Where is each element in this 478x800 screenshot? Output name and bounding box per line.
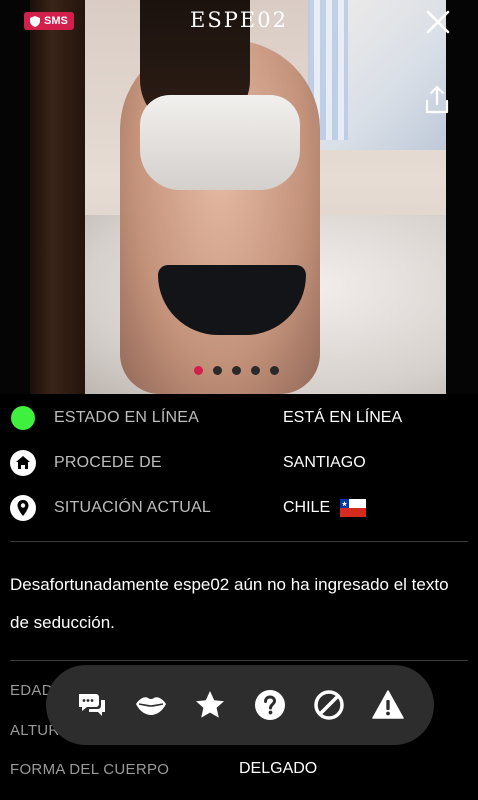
share-icon[interactable]: [422, 84, 452, 116]
online-status-dot: [10, 405, 36, 431]
location-label: SITUACIÓN ACTUAL: [54, 499, 212, 516]
star-icon[interactable]: [192, 687, 228, 723]
status-row-origin: PROCEDE DE SANTIAGO: [0, 441, 478, 485]
profile-title: ESPE02: [190, 8, 288, 32]
chat-icon[interactable]: [74, 687, 110, 723]
mirror-frame: [30, 0, 85, 394]
divider: [10, 541, 468, 542]
carousel-dot[interactable]: [194, 366, 203, 375]
photo-background: [0, 0, 30, 394]
status-row-online: ESTADO EN LÍNEA ESTÁ EN LÍNEA: [0, 396, 478, 440]
status-row-location: SITUACIÓN ACTUAL CHILE: [0, 486, 478, 530]
carousel-dot[interactable]: [251, 366, 260, 375]
report-warning-icon[interactable]: [370, 687, 406, 723]
status-value: ESTÁ EN LÍNEA: [283, 409, 403, 426]
chile-flag-icon: [340, 499, 367, 517]
carousel-indicator: [194, 366, 279, 375]
home-icon: [10, 450, 36, 476]
block-icon[interactable]: [311, 687, 347, 723]
kiss-lips-icon[interactable]: [133, 687, 169, 723]
divider: [10, 660, 468, 661]
location-value: CHILE: [283, 499, 367, 517]
close-icon[interactable]: [424, 8, 452, 36]
seduction-text: Desafortunadamente espe02 aún no ha ingr…: [10, 575, 449, 632]
detail-label-body: FORMA DEL CUERPO: [10, 761, 170, 778]
profile-photo[interactable]: [0, 0, 478, 394]
origin-value: SANTIAGO: [283, 454, 366, 471]
origin-label: PROCEDE DE: [54, 454, 162, 471]
photo-background-right: [446, 0, 478, 394]
help-icon[interactable]: [252, 687, 288, 723]
carousel-dot[interactable]: [213, 366, 222, 375]
photo-shirt: [140, 95, 300, 190]
status-label: ESTADO EN LÍNEA: [54, 409, 199, 426]
detail-value-body: DELGADO: [239, 760, 318, 777]
carousel-dot[interactable]: [232, 366, 241, 375]
carousel-dot[interactable]: [270, 366, 279, 375]
location-country: CHILE: [283, 499, 331, 516]
action-bar: [46, 665, 434, 745]
location-pin-icon: [10, 495, 36, 521]
